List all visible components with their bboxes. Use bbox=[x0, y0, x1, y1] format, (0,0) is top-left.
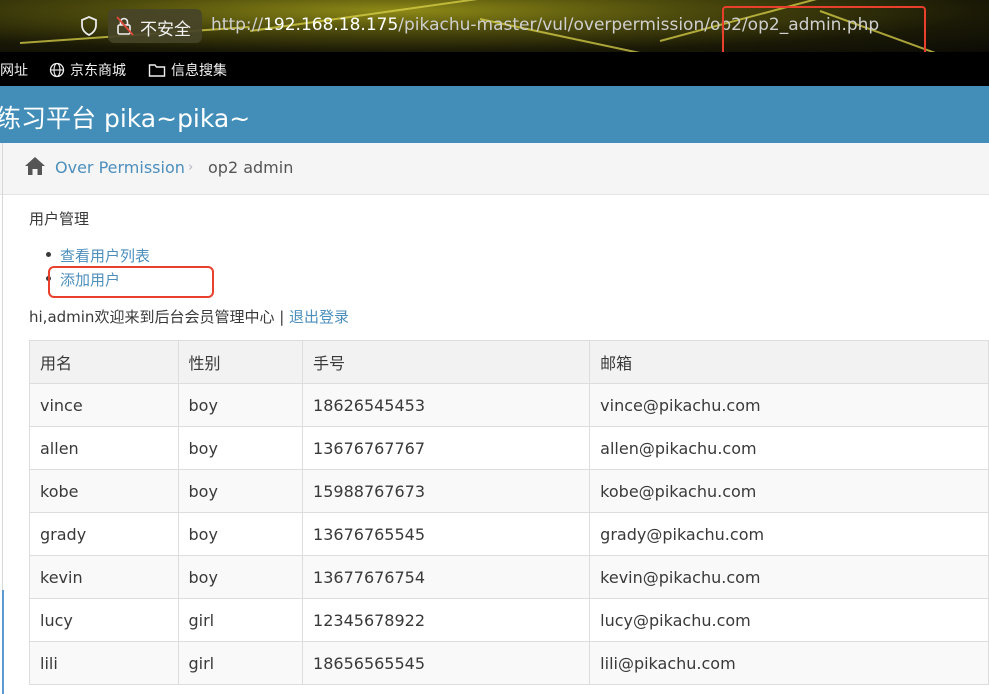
logout-link[interactable]: 退出登录 bbox=[289, 308, 349, 326]
table-cell: grady bbox=[29, 512, 179, 556]
table-cell: vince bbox=[29, 383, 179, 427]
table-cell: kevin@pikachu.com bbox=[589, 555, 989, 599]
table-row: lili girl 18656565545 lili@pikachu.com bbox=[29, 641, 989, 685]
table-cell: lili@pikachu.com bbox=[589, 641, 989, 685]
breadcrumb-parent-link[interactable]: Over Permission bbox=[55, 158, 185, 177]
table-cell: 13676767767 bbox=[302, 426, 591, 470]
view-user-list-link[interactable]: 查看用户列表 bbox=[60, 245, 150, 266]
add-user-annotation-box bbox=[48, 266, 214, 298]
table-cell: grady@pikachu.com bbox=[589, 512, 989, 556]
table-cell: lili bbox=[29, 641, 179, 685]
table-cell: 18626545453 bbox=[302, 383, 591, 427]
column-header: 手号 bbox=[302, 340, 591, 384]
security-label: 不安全 bbox=[140, 20, 191, 40]
table-cell: boy bbox=[177, 512, 304, 556]
table-row: lucy girl 12345678922 lucy@pikachu.com bbox=[29, 598, 989, 642]
bookmark-folder[interactable]: 信息搜集 bbox=[148, 60, 227, 80]
table-cell: girl bbox=[177, 641, 304, 685]
list-bullet bbox=[46, 252, 51, 257]
column-header: 性别 bbox=[177, 340, 304, 384]
site-title[interactable]: 练习平台 pika~pika~ bbox=[0, 99, 250, 135]
folder-icon bbox=[148, 64, 166, 77]
table-row: allen boy 13676767767 allen@pikachu.com bbox=[29, 426, 989, 470]
home-icon[interactable] bbox=[24, 156, 46, 176]
bookmark-label: 信息搜集 bbox=[171, 63, 227, 79]
sidebar-scroll-indicator bbox=[2, 590, 4, 694]
table-cell: lucy@pikachu.com bbox=[589, 598, 989, 642]
table-cell: boy bbox=[177, 469, 304, 513]
table-cell: allen bbox=[29, 426, 179, 470]
site-header: 练习平台 pika~pika~ bbox=[0, 86, 989, 143]
bookmarks-bar: 网址 京东商城 信息搜集 bbox=[0, 52, 989, 86]
breadcrumb-current: op2 admin bbox=[208, 158, 294, 177]
url-host: 192.168.18.175 bbox=[263, 15, 399, 35]
section-title: 用户管理 bbox=[29, 210, 90, 228]
table-cell: allen@pikachu.com bbox=[589, 426, 989, 470]
lock-warning-icon bbox=[116, 16, 134, 36]
shield-icon[interactable] bbox=[80, 16, 98, 36]
table-cell: kobe@pikachu.com bbox=[589, 469, 989, 513]
breadcrumb-separator: › bbox=[188, 160, 194, 175]
table-cell: vince@pikachu.com bbox=[589, 383, 989, 427]
table-cell: kevin bbox=[29, 555, 179, 599]
table-cell: 18656565545 bbox=[302, 641, 591, 685]
table-cell: girl bbox=[177, 598, 304, 642]
table-row: vince boy 18626545453 vince@pikachu.com bbox=[29, 383, 989, 427]
globe-icon bbox=[49, 62, 65, 78]
table-cell: boy bbox=[177, 426, 304, 470]
table-row: kobe boy 15988767673 kobe@pikachu.com bbox=[29, 469, 989, 513]
column-header: 邮箱 bbox=[589, 340, 989, 384]
url-prefix: http:// bbox=[211, 15, 264, 35]
table-cell: lucy bbox=[29, 598, 179, 642]
table-cell: 13677676754 bbox=[302, 555, 591, 599]
welcome-message: hi,admin欢迎来到后台会员管理中心 | 退出登录 bbox=[29, 306, 349, 327]
table-row: kevin boy 13677676754 kevin@pikachu.com bbox=[29, 555, 989, 599]
bookmark-label: 京东商城 bbox=[70, 63, 126, 79]
table-cell: 15988767673 bbox=[302, 469, 591, 513]
table-cell: boy bbox=[177, 555, 304, 599]
bookmark-link[interactable]: 网址 bbox=[0, 60, 28, 80]
table-cell: 12345678922 bbox=[302, 598, 591, 642]
welcome-text: hi,admin欢迎来到后台会员管理中心 | bbox=[29, 308, 290, 326]
bookmark-jd[interactable]: 京东商城 bbox=[49, 60, 126, 80]
users-table: 用名 性别 手号 邮箱 vince boy 18626545453 vince@… bbox=[29, 340, 989, 685]
table-header-row: 用名 性别 手号 邮箱 bbox=[29, 340, 989, 384]
bookmark-label: 网址 bbox=[0, 63, 28, 79]
table-cell: 13676765545 bbox=[302, 512, 591, 556]
column-header: 用名 bbox=[29, 340, 179, 384]
table-cell: boy bbox=[177, 383, 304, 427]
table-row: grady boy 13676765545 grady@pikachu.com bbox=[29, 512, 989, 556]
table-cell: kobe bbox=[29, 469, 179, 513]
